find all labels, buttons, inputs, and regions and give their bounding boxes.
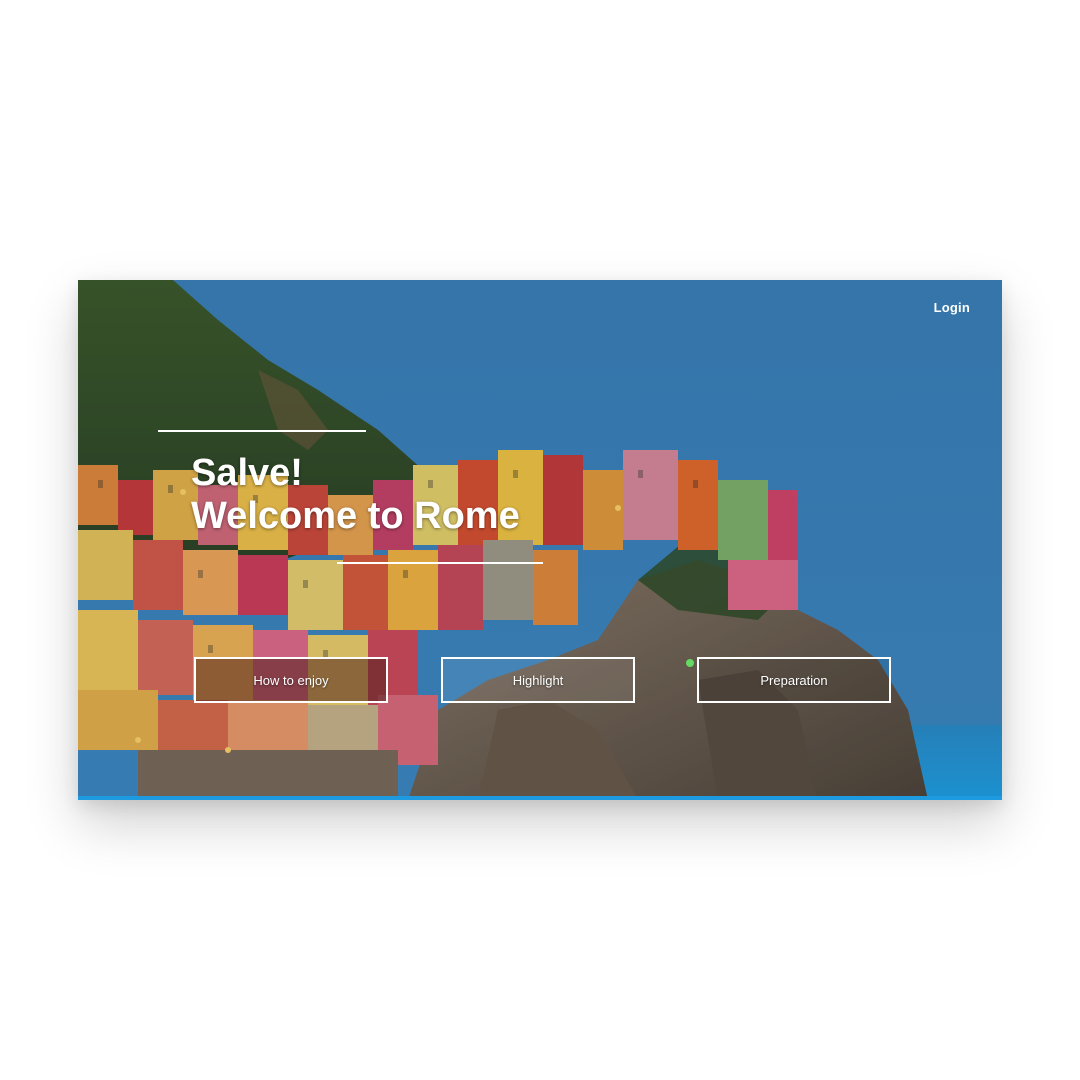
bottom-accent-strip [78, 796, 1002, 800]
title-bottom-rule [337, 562, 543, 564]
hero-title-line-1: Salve! [191, 452, 303, 494]
image-overlay [78, 280, 1002, 800]
preparation-button[interactable]: Preparation [697, 657, 891, 703]
hero-title-line-2: Welcome to Rome [191, 495, 520, 537]
how-to-enjoy-button[interactable]: How to enjoy [194, 657, 388, 703]
login-link[interactable]: Login [934, 300, 970, 315]
highlight-button[interactable]: Highlight [441, 657, 635, 703]
title-top-rule [158, 430, 366, 432]
hero-section: Login Salve! Welcome to Rome How to enjo… [78, 280, 1002, 800]
hero-title: Salve! Welcome to Rome [191, 452, 520, 538]
